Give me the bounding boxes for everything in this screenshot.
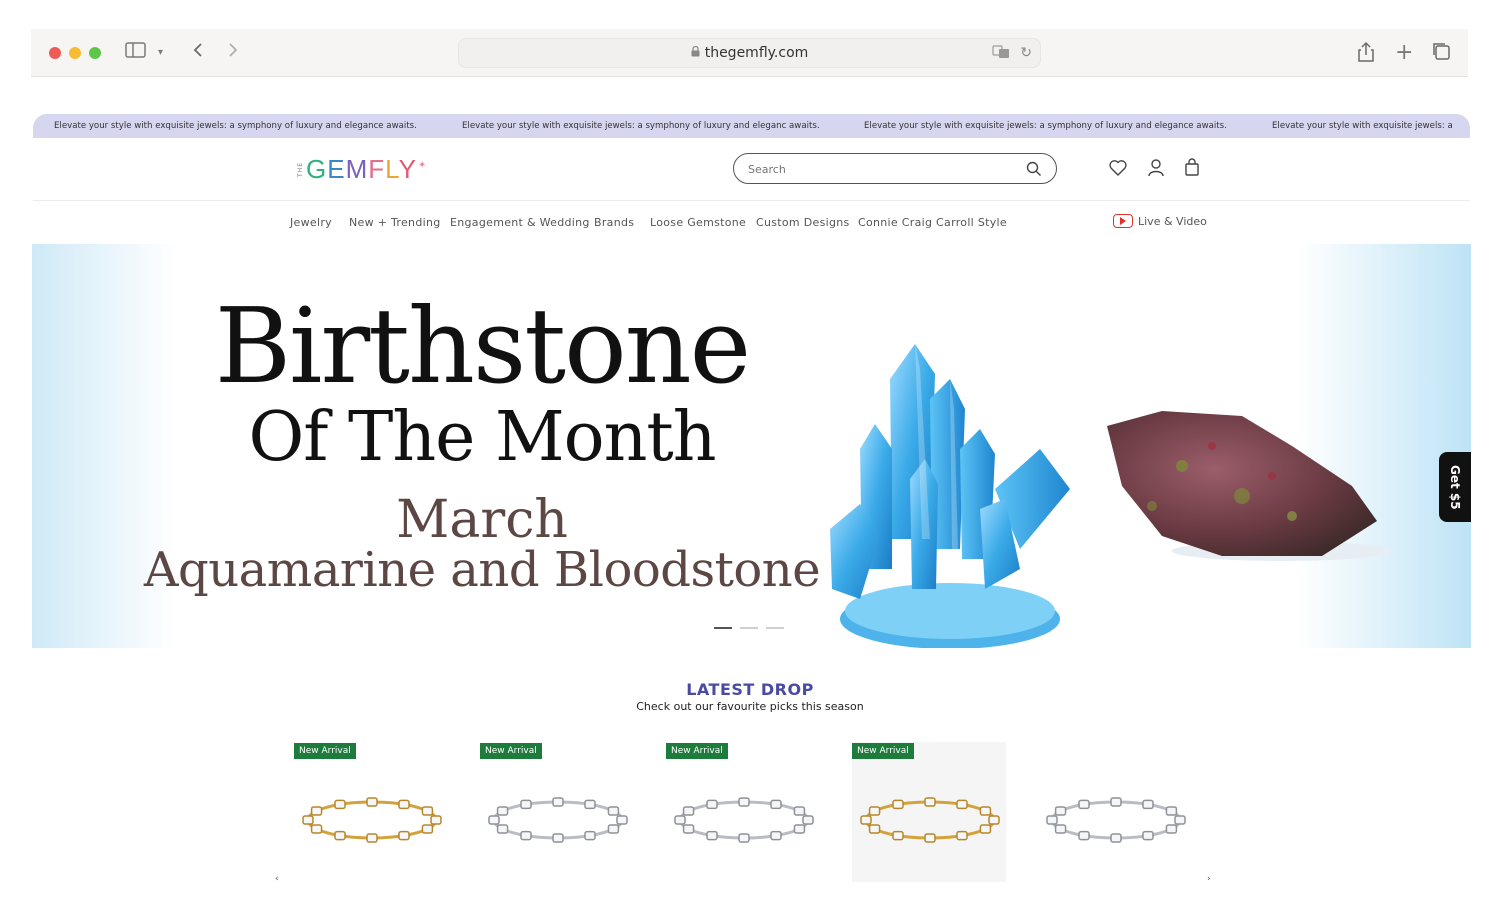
header-divider [33, 200, 1470, 201]
new-arrival-badge: New Arrival [666, 743, 728, 759]
nav-custom-designs[interactable]: Custom Designs [756, 216, 850, 229]
tab-overview-icon[interactable] [1431, 41, 1451, 68]
logo-letter: F [368, 153, 386, 184]
product-card[interactable] [1038, 742, 1192, 882]
new-arrival-badge: New Arrival [852, 743, 914, 759]
sidebar-toggle-icon[interactable] [125, 41, 147, 66]
logo-wordmark: GEMFLY [306, 154, 417, 185]
browser-toolbar: ▾ thegemfly.com ↻ + [31, 29, 1468, 77]
announcement-text: Elevate your style with exquisite jewels… [1272, 121, 1453, 131]
product-card[interactable]: New Arrival [294, 742, 448, 882]
account-icon[interactable] [1146, 158, 1166, 178]
search-bar[interactable] [733, 153, 1057, 184]
address-bar[interactable]: thegemfly.com ↻ [458, 38, 1041, 68]
nav-live-label: Live & Video [1138, 214, 1207, 228]
lock-icon [691, 45, 700, 60]
announcement-bar: Elevate your style with exquisite jewels… [33, 114, 1470, 138]
logo-prefix: THE [297, 161, 304, 177]
silver-bracelet-image [488, 797, 628, 843]
nav-new-trending[interactable]: New + Trending [349, 216, 441, 229]
search-icon[interactable] [1026, 161, 1042, 177]
site-logo[interactable]: THE GEMFLY ✦ [297, 154, 426, 184]
cart-bag-icon[interactable] [1182, 158, 1202, 178]
gold-bracelet-image [860, 797, 1000, 843]
carousel-prev-icon[interactable]: ‹ [275, 874, 279, 884]
nav-live-video[interactable]: Live & Video [1113, 214, 1207, 228]
nav-connie-craig-carroll-style[interactable]: Connie Craig Carroll Style [858, 216, 1007, 229]
translate-icon[interactable] [992, 45, 1010, 63]
nav-engagement-wedding[interactable]: Engagement & Wedding [450, 216, 590, 229]
silver-bracelet-image [1046, 797, 1186, 843]
logo-letter: Y [398, 153, 418, 184]
close-window-button[interactable] [49, 47, 61, 59]
minimize-window-button[interactable] [69, 47, 81, 59]
hero-stones: Aquamarine and Bloodstone [143, 542, 821, 598]
get-5-dollars-tab[interactable]: Get $5 [1439, 452, 1471, 522]
announcement-text: Elevate your style with exquisite jewels… [54, 121, 417, 131]
new-arrival-badge: New Arrival [480, 743, 542, 759]
carousel-next-icon[interactable]: › [1207, 874, 1211, 884]
logo-letter: L [385, 153, 399, 184]
hero-heading: Birthstone [214, 285, 751, 407]
logo-letter: M [345, 153, 369, 184]
youtube-play-icon [1113, 214, 1133, 228]
silver-bracelet-image [674, 797, 814, 843]
logo-letter: E [327, 153, 346, 184]
gold-bracelet-image [302, 797, 442, 843]
section-title: LATEST DROP [686, 680, 814, 699]
carousel-dot[interactable] [714, 627, 732, 629]
bloodstone-rock-image [1107, 411, 1392, 561]
logo-letter: G [306, 153, 328, 184]
reload-icon[interactable]: ↻ [1020, 45, 1032, 61]
forward-arrow-icon[interactable] [226, 41, 240, 66]
new-tab-icon[interactable]: + [1395, 41, 1413, 65]
hero-banner[interactable]: Birthstone Of The Month March Aquamarine… [32, 244, 1471, 648]
product-card[interactable]: New Arrival [666, 742, 820, 882]
product-card[interactable]: New Arrival [852, 742, 1006, 882]
search-input[interactable] [748, 160, 1008, 178]
carousel-dots[interactable] [714, 627, 784, 629]
wishlist-heart-icon[interactable] [1108, 158, 1128, 178]
product-card[interactable]: New Arrival [480, 742, 634, 882]
nav-loose-gemstone[interactable]: Loose Gemstone [650, 216, 746, 229]
chevron-down-icon[interactable]: ▾ [158, 41, 163, 65]
announcement-text: Elevate your style with exquisite jewels… [864, 121, 1227, 131]
nav-jewelry[interactable]: Jewelry [290, 216, 332, 229]
carousel-dot[interactable] [766, 627, 784, 629]
announcement-text: Elevate your style with exquisite jewels… [462, 121, 820, 131]
carousel-dot[interactable] [740, 627, 758, 629]
section-subtitle: Check out our favourite picks this seaso… [636, 700, 864, 713]
back-arrow-icon[interactable] [191, 41, 205, 66]
new-arrival-badge: New Arrival [294, 743, 356, 759]
sparkle-icon: ✦ [418, 159, 427, 171]
share-icon[interactable] [1357, 41, 1375, 70]
nav-brands[interactable]: Brands [594, 216, 634, 229]
hero-month: March [396, 490, 568, 550]
zoom-window-button[interactable] [89, 47, 101, 59]
aquamarine-crystal-image [830, 344, 1070, 648]
hero-subheading: Of The Month [248, 398, 716, 477]
url-text: thegemfly.com [704, 45, 809, 61]
